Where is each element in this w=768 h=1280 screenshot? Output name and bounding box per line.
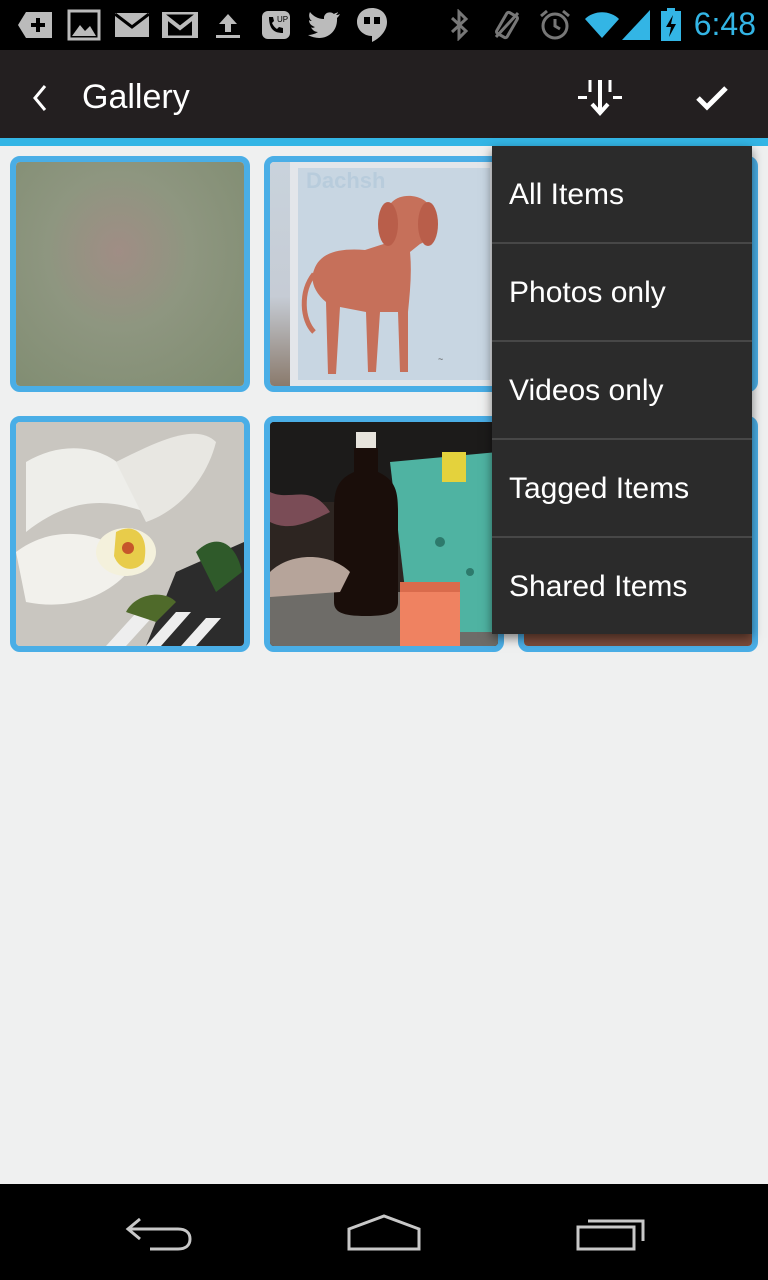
vibrate-icon bbox=[492, 8, 522, 42]
add-icon bbox=[18, 8, 54, 42]
page-title: Gallery bbox=[82, 78, 190, 116]
svg-text:~: ~ bbox=[438, 354, 443, 364]
gallery-icon bbox=[66, 8, 102, 42]
back-button[interactable] bbox=[20, 68, 60, 128]
gallery-item-bottle[interactable] bbox=[264, 416, 504, 652]
menu-item-tagged-items[interactable]: Tagged Items bbox=[492, 440, 752, 538]
sort-icon bbox=[578, 80, 622, 117]
confirm-button[interactable] bbox=[678, 64, 746, 132]
alarm-icon bbox=[538, 8, 572, 42]
email-icon bbox=[114, 8, 150, 42]
gallery-item-wall[interactable] bbox=[10, 156, 250, 392]
recents-icon bbox=[576, 1219, 645, 1251]
action-bar-divider bbox=[0, 138, 768, 146]
menu-item-shared-items[interactable]: Shared Items bbox=[492, 538, 752, 636]
twitter-icon bbox=[306, 8, 342, 42]
menu-item-photos-only[interactable]: Photos only bbox=[492, 244, 752, 342]
home-icon bbox=[347, 1214, 421, 1251]
back-icon bbox=[125, 1217, 192, 1251]
battery-charging-icon bbox=[658, 8, 684, 42]
gmail-icon bbox=[162, 8, 198, 42]
status-bar: UP 6:48 bbox=[0, 0, 768, 50]
photo-orchid bbox=[16, 422, 244, 646]
hangouts-icon bbox=[354, 8, 390, 42]
bluetooth-icon bbox=[446, 8, 472, 42]
filter-menu: All Items Photos only Videos only Tagged… bbox=[492, 146, 752, 634]
svg-text:UP: UP bbox=[277, 15, 288, 24]
gallery-item-orchid[interactable] bbox=[10, 416, 250, 652]
nav-recents-button[interactable] bbox=[556, 1200, 666, 1266]
nav-home-button[interactable] bbox=[329, 1200, 439, 1266]
gallery-item-dog-painting[interactable]: Dachsh ~ bbox=[264, 156, 504, 392]
nav-back-button[interactable] bbox=[104, 1200, 214, 1266]
wifi-icon bbox=[584, 8, 620, 42]
photo-bottle bbox=[270, 422, 498, 646]
menu-item-all-items[interactable]: All Items bbox=[492, 146, 752, 244]
chevron-left-icon bbox=[33, 85, 47, 111]
signal-icon bbox=[620, 8, 652, 42]
sort-button[interactable] bbox=[566, 64, 634, 132]
svg-text:Dachsh: Dachsh bbox=[306, 168, 385, 193]
voicemail-icon: UP bbox=[258, 8, 294, 42]
photo-dog-painting: Dachsh ~ bbox=[270, 162, 498, 386]
upload-icon bbox=[212, 8, 244, 42]
photo-wall bbox=[16, 162, 244, 386]
check-icon bbox=[696, 86, 728, 111]
status-time: 6:48 bbox=[693, 6, 756, 42]
menu-item-videos-only[interactable]: Videos only bbox=[492, 342, 752, 440]
